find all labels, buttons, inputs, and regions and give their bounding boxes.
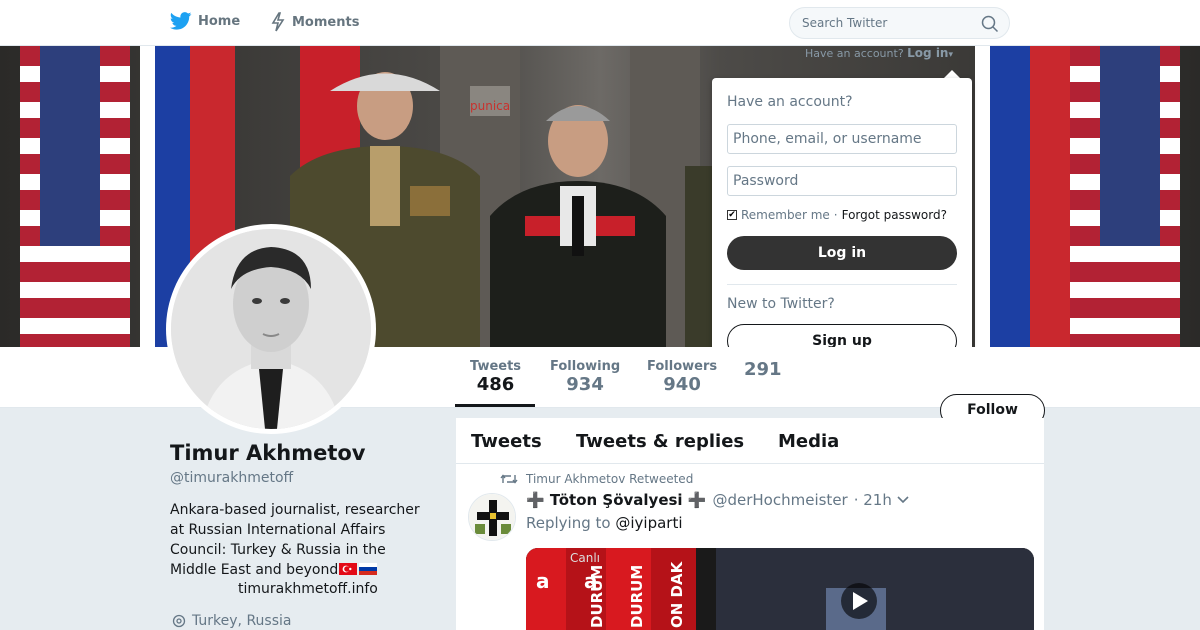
remember-checkbox[interactable]: ✔ [727,210,737,220]
top-navigation: Home Moments Search Twitter [0,0,1200,46]
location-icon [172,614,186,628]
replying-to-label: Replying to [526,514,611,532]
stat-label: Following [550,359,621,374]
forgot-password-link[interactable]: Forgot password? [842,208,947,222]
bio-text: Ankara-based journalist, researcher at R… [170,502,420,578]
chevron-down-icon[interactable] [896,495,910,505]
login-dropdown: Have an account? Phone, email, or userna… [712,78,972,378]
stat-value: 486 [476,374,515,395]
media-text-on-dak: ON DAK [668,560,686,628]
tweet-avatar[interactable] [468,493,516,541]
tab-tweets-replies[interactable]: Tweets & replies [576,431,744,452]
stat-value: 940 [663,374,701,395]
tab-media[interactable]: Media [778,431,839,452]
video-thumbnail: a a Canlı DURUM DURUM ON DAK [526,548,1034,630]
svg-text:punica: punica [470,99,510,113]
nav-home-label: Home [198,13,241,29]
stat-value: 934 [566,374,604,395]
profile-url-link[interactable]: timurakhmetoff.info [238,581,378,597]
password-field[interactable]: Password [727,166,957,196]
search-box[interactable]: Search Twitter [789,7,1010,39]
account-hint: Have an account? Log in▾ [805,46,953,60]
login-button[interactable]: Log in [727,236,957,270]
active-stat-underline [455,404,535,407]
teutonic-cross-icon [469,494,515,540]
retweeted-by[interactable]: Timur Akhmetov Retweeted [526,472,693,486]
avatar-portrait [171,229,371,429]
stat-followers[interactable]: Followers 940 [647,359,717,395]
russia-flag-icon [359,563,378,575]
stat-value: 291 [744,359,782,380]
media-text-canli: Canlı [570,551,600,565]
separator: · [833,208,838,222]
tweet-video[interactable]: a a Canlı DURUM DURUM ON DAK [526,548,1034,630]
retweet-icon [500,474,518,484]
nav-home[interactable]: Home [170,12,240,30]
profile-avatar[interactable] [166,224,376,434]
login-dropdown-toggle[interactable]: Log in [907,46,948,60]
profile-location: Turkey, Russia [172,613,292,629]
media-text-durum-2: DURUM [628,565,646,628]
media-text-durum-1: DURUM [588,565,606,628]
profile-handle[interactable]: @timurakhmetoff [170,470,293,486]
dropdown-title: Have an account? [727,94,853,110]
tab-tweets[interactable]: Tweets [471,431,542,452]
divider [727,284,957,285]
nav-moments-label: Moments [292,14,360,30]
tweet-author-handle[interactable]: @derHochmeister [712,491,847,509]
remember-row: ✔ Remember me · Forgot password? [727,208,947,222]
stat-tweets[interactable]: Tweets 486 [470,359,521,395]
avatar-photo [171,229,371,429]
stat-following[interactable]: Following 934 [550,359,620,395]
nav-moments[interactable]: Moments [270,12,359,32]
tweet-timestamp[interactable]: · 21h [854,491,892,509]
remember-label: Remember me [741,208,830,222]
search-input[interactable]: Search Twitter [802,16,887,30]
caret-down-icon[interactable]: ▾ [948,50,953,60]
timeline: Tweets Tweets & replies Media Timur Akhm… [456,418,1044,630]
tweet-replying-to: Replying to @iyiparti [526,514,683,532]
stat-label: Tweets [470,359,522,374]
timeline-tabs: Tweets Tweets & replies Media [456,418,1044,464]
profile-name[interactable]: Timur Akhmetov [170,441,365,465]
turkey-flag-icon [339,563,358,575]
new-to-twitter-label: New to Twitter? [727,296,835,312]
account-hint-text: Have an account? [805,47,904,60]
location-text: Turkey, Russia [192,613,292,629]
search-icon[interactable] [981,15,999,33]
dropdown-caret [944,70,960,78]
bird-icon [170,12,192,30]
tweet-author-name[interactable]: ➕ Töton Şövalyesi ➕ [526,491,706,509]
lightning-icon [271,12,285,32]
stat-label: Followers [647,359,718,374]
svg-text:a: a [536,569,550,593]
username-field[interactable]: Phone, email, or username [727,124,957,154]
profile-bio: Ankara-based journalist, researcher at R… [170,500,430,580]
reply-mention-link[interactable]: @iyiparti [615,514,682,532]
stat-likes[interactable]: 291 [744,359,782,380]
retweet-context: Timur Akhmetov Retweeted [500,472,693,486]
tweet-header: ➕ Töton Şövalyesi ➕ @derHochmeister · 21… [526,491,892,509]
